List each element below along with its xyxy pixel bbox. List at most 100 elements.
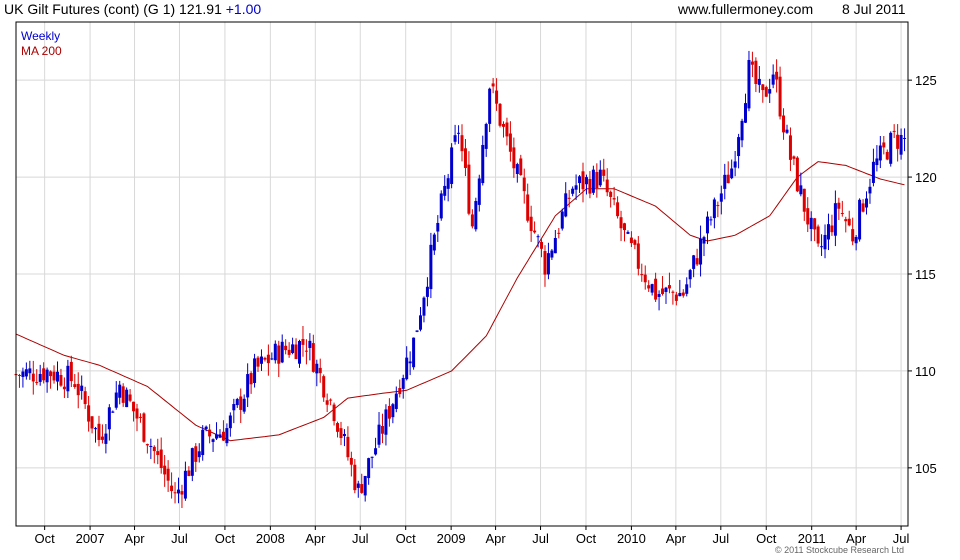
candle-down xyxy=(802,188,806,212)
candle-up xyxy=(657,294,661,297)
candle-up xyxy=(484,123,488,149)
candle-up xyxy=(488,88,492,124)
candle-up xyxy=(574,185,578,190)
candle-up xyxy=(394,393,398,409)
candle-down xyxy=(318,367,322,374)
candle-down xyxy=(31,373,35,382)
candle-up xyxy=(584,177,588,185)
candle-down xyxy=(17,374,21,376)
candle-up xyxy=(578,176,582,184)
candle-down xyxy=(266,354,270,364)
x-axis: Oct 2007 Apr Jul Oct 2008 Apr Jul Oct 2009 Apr Jul O… xyxy=(35,526,910,546)
candle-up xyxy=(55,371,59,382)
candle-down xyxy=(135,408,139,419)
x-tick-label: Oct xyxy=(215,531,236,546)
candle-up xyxy=(871,161,875,183)
candle-down xyxy=(304,350,308,352)
candle-down xyxy=(97,423,101,440)
candle-down xyxy=(301,339,305,345)
candle-up xyxy=(868,186,872,194)
candle-down xyxy=(170,485,174,492)
candle-down xyxy=(882,142,886,148)
candle-down xyxy=(380,425,384,434)
candle-down xyxy=(761,84,765,91)
candle-up xyxy=(197,451,201,458)
candle-down xyxy=(629,237,633,244)
ma200-line xyxy=(15,161,905,442)
candle-down xyxy=(674,294,678,301)
candle-down xyxy=(581,171,585,190)
candle-down xyxy=(180,491,184,495)
candle-up xyxy=(733,161,737,168)
y-tick-label: 115 xyxy=(915,267,936,282)
candle-up xyxy=(190,448,194,476)
candle-down xyxy=(619,217,623,229)
candle-down xyxy=(187,470,191,476)
candle-down xyxy=(602,169,606,176)
candle-up xyxy=(626,232,630,234)
candle-up xyxy=(259,356,263,364)
candle-up xyxy=(273,343,277,361)
candle-up xyxy=(875,158,879,166)
x-tick-label: Apr xyxy=(485,531,506,546)
candle-down xyxy=(750,61,754,65)
candle-down xyxy=(208,429,212,437)
candle-up xyxy=(183,470,187,499)
candle-down xyxy=(754,60,758,85)
candle-down xyxy=(764,87,768,97)
candle-up xyxy=(415,330,419,332)
candle-down xyxy=(861,203,865,212)
candle-up xyxy=(24,369,28,377)
candle-up xyxy=(242,398,246,412)
candle-up xyxy=(744,103,748,123)
candle-down xyxy=(778,76,782,117)
candle-up xyxy=(723,174,727,189)
candle-up xyxy=(118,384,122,398)
candle-down xyxy=(885,151,889,160)
candle-up xyxy=(408,361,412,364)
candle-down xyxy=(360,484,364,493)
candle-down xyxy=(595,172,599,189)
candle-up xyxy=(225,428,229,444)
ma-series xyxy=(15,161,905,442)
candle-up xyxy=(560,211,564,229)
candle-down xyxy=(387,405,391,419)
candle-down xyxy=(322,376,326,398)
candle-up xyxy=(712,199,716,219)
candle-down xyxy=(152,446,156,452)
candle-down xyxy=(498,103,502,126)
candle-down xyxy=(671,291,675,293)
candle-down xyxy=(346,436,350,458)
candle-down xyxy=(647,285,651,289)
candle-up xyxy=(768,89,772,94)
candle-down xyxy=(249,373,253,385)
candle-down xyxy=(398,387,402,395)
candle-up xyxy=(429,244,433,290)
candle-down xyxy=(349,457,353,465)
candle-up xyxy=(201,429,205,456)
candle-down xyxy=(194,446,198,462)
candle-up xyxy=(702,237,706,244)
candle-up xyxy=(298,341,302,364)
x-tick-label: 2007 xyxy=(76,531,105,546)
candle-down xyxy=(173,492,177,494)
candle-down xyxy=(142,413,146,442)
candle-down xyxy=(284,345,288,351)
candle-down xyxy=(816,226,820,244)
x-tick-label: 2009 xyxy=(437,531,466,546)
candle-down xyxy=(806,208,810,225)
copyright-text: © 2011 Stockcube Research Ltd xyxy=(775,545,905,555)
candle-down xyxy=(540,241,544,249)
candle-up xyxy=(477,178,481,205)
candle-up xyxy=(401,377,405,389)
candle-down xyxy=(83,391,87,405)
candle-down xyxy=(287,349,291,355)
candle-down xyxy=(681,292,685,296)
candle-up xyxy=(370,456,374,458)
candle-up xyxy=(377,424,381,445)
candle-up xyxy=(650,284,654,293)
candle-down xyxy=(239,396,243,410)
candle-down xyxy=(159,449,163,469)
candle-up xyxy=(114,392,118,408)
candle-up xyxy=(211,439,215,442)
